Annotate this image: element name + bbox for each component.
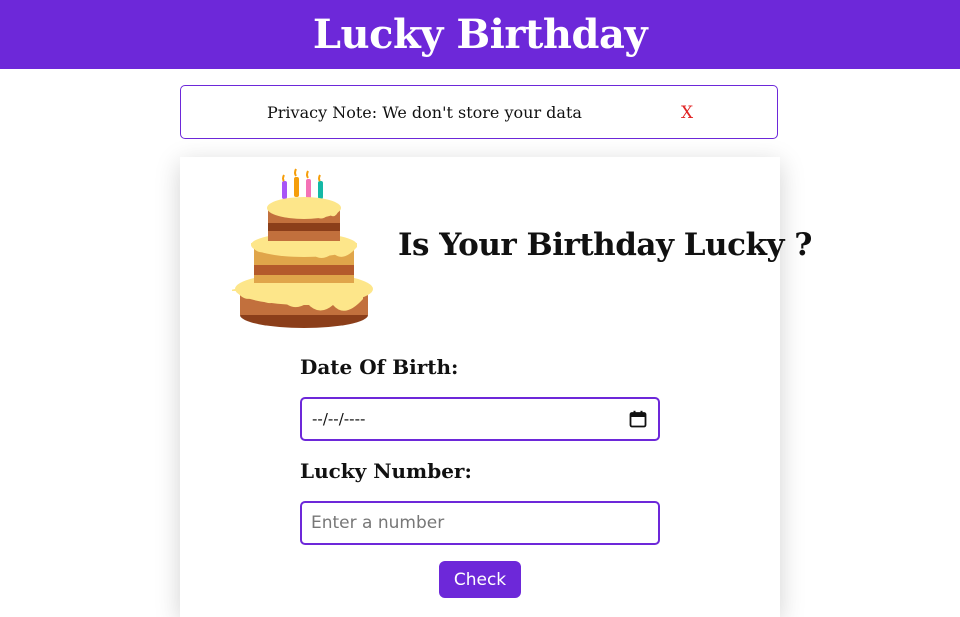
lucky-number-input[interactable] xyxy=(302,503,658,543)
birthday-card: Is Your Birthday Lucky ? Date Of Birth: … xyxy=(180,157,812,617)
app-title: Lucky Birthday xyxy=(312,11,648,58)
dob-value: --/--/---- xyxy=(312,410,366,428)
lucky-number-label: Lucky Number: xyxy=(300,459,472,483)
birthday-cake-icon xyxy=(232,168,373,328)
check-button[interactable]: Check xyxy=(439,561,521,598)
privacy-banner: Privacy Note: We don't store your data X xyxy=(180,85,778,139)
dob-date-input[interactable]: --/--/---- xyxy=(300,397,660,441)
app-header: Lucky Birthday xyxy=(0,0,960,69)
privacy-note: Privacy Note: We don't store your data xyxy=(267,103,582,122)
calendar-icon[interactable] xyxy=(629,410,647,428)
card-title: Is Your Birthday Lucky ? xyxy=(398,227,812,263)
close-privacy-button[interactable]: X xyxy=(681,103,693,123)
lucky-number-field xyxy=(300,501,660,545)
dob-label: Date Of Birth: xyxy=(300,355,459,379)
